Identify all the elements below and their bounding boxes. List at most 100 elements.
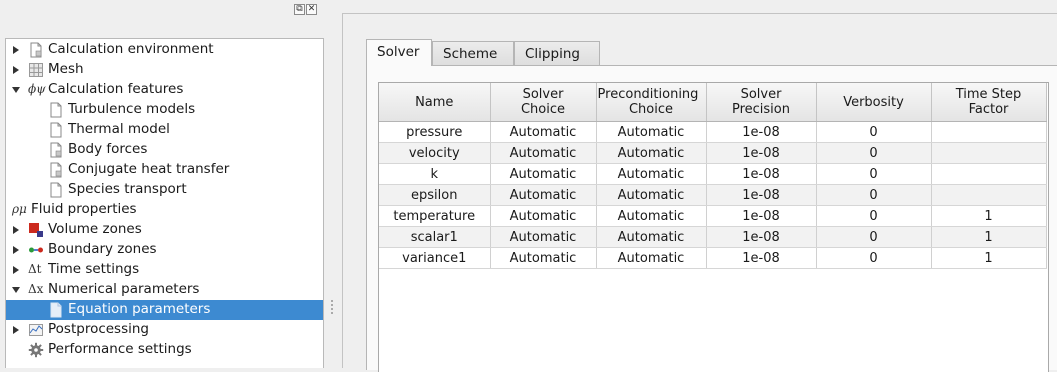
column-header-preconditioning-choice[interactable]: Preconditioning Choice	[596, 83, 707, 122]
table-row[interactable]: variance1 Automatic Automatic 1e-08 0 1	[379, 247, 1047, 269]
cell-time-step-factor[interactable]	[931, 121, 1047, 143]
solver-table[interactable]: Name Solver Choice Preconditioning Choice …	[378, 82, 1049, 372]
cell-solver-choice[interactable]: Automatic	[490, 163, 597, 185]
cell-solver-precision[interactable]: 1e-08	[706, 247, 817, 269]
cell-preconditioning-choice[interactable]: Automatic	[596, 184, 707, 206]
table-row[interactable]: scalar1 Automatic Automatic 1e-08 0 1	[379, 226, 1047, 248]
cell-time-step-factor[interactable]	[931, 163, 1047, 185]
navigation-dock: ⧉ ✕ Calculation environment Mesh ϕψ Calc…	[0, 0, 330, 368]
cell-solver-precision[interactable]: 1e-08	[706, 142, 817, 164]
cell-time-step-factor[interactable]	[931, 184, 1047, 206]
cell-verbosity[interactable]: 0	[816, 142, 932, 164]
tab-solver[interactable]: Solver	[366, 39, 432, 66]
header-line: Verbosity	[843, 94, 904, 110]
cell-preconditioning-choice[interactable]: Automatic	[596, 142, 707, 164]
table-row[interactable]: temperature Automatic Automatic 1e-08 0 …	[379, 205, 1047, 227]
cell-name[interactable]: k	[379, 163, 491, 185]
tree-item-conjugate-heat-transfer[interactable]: Conjugate heat transfer	[6, 160, 323, 180]
column-header-solver-choice[interactable]: Solver Choice	[490, 83, 597, 122]
cell-time-step-factor[interactable]	[931, 142, 1047, 164]
tree-item-label: Postprocessing	[48, 321, 149, 337]
tree-item-fluid-properties[interactable]: ρμ Fluid properties	[6, 200, 323, 220]
document-icon	[48, 302, 64, 318]
cell-preconditioning-choice[interactable]: Automatic	[596, 226, 707, 248]
cell-name[interactable]: temperature	[379, 205, 491, 227]
tree-item-postprocessing[interactable]: Postprocessing	[6, 320, 323, 340]
table-row[interactable]: epsilon Automatic Automatic 1e-08 0	[379, 184, 1047, 206]
tree-item-performance-settings[interactable]: Performance settings	[6, 340, 323, 360]
column-header-verbosity[interactable]: Verbosity	[816, 83, 932, 122]
grid-icon	[28, 62, 44, 78]
tree-item-calculation-environment[interactable]: Calculation environment	[6, 40, 323, 60]
float-dock-icon[interactable]: ⧉	[294, 4, 305, 15]
tree-item-label: Body forces	[68, 141, 148, 157]
expand-arrow-icon[interactable]	[13, 226, 19, 234]
cell-solver-choice[interactable]: Automatic	[490, 247, 597, 269]
document-icon	[48, 162, 64, 178]
cell-verbosity[interactable]: 0	[816, 205, 932, 227]
tree-item-equation-parameters[interactable]: Equation parameters	[6, 300, 323, 320]
expand-arrow-icon[interactable]	[13, 326, 19, 334]
cell-preconditioning-choice[interactable]: Automatic	[596, 205, 707, 227]
tree-item-thermal-model[interactable]: Thermal model	[6, 120, 323, 140]
cell-name[interactable]: pressure	[379, 121, 491, 143]
tab-label: Scheme	[443, 46, 498, 62]
cell-verbosity[interactable]: 0	[816, 121, 932, 143]
expand-arrow-icon[interactable]	[13, 266, 19, 274]
boundary-zones-icon	[28, 242, 44, 258]
tree-item-calculation-features[interactable]: ϕψ Calculation features	[6, 80, 323, 100]
expand-arrow-icon[interactable]	[13, 66, 19, 74]
cell-time-step-factor[interactable]: 1	[931, 226, 1047, 248]
cell-verbosity[interactable]: 0	[816, 226, 932, 248]
cell-verbosity[interactable]: 0	[816, 247, 932, 269]
cell-solver-precision[interactable]: 1e-08	[706, 163, 817, 185]
cell-solver-choice[interactable]: Automatic	[490, 184, 597, 206]
close-dock-icon[interactable]: ✕	[306, 4, 317, 15]
cell-verbosity[interactable]: 0	[816, 184, 932, 206]
cell-solver-choice[interactable]: Automatic	[490, 205, 597, 227]
cell-solver-choice[interactable]: Automatic	[490, 121, 597, 143]
cell-solver-precision[interactable]: 1e-08	[706, 184, 817, 206]
expand-arrow-icon[interactable]	[13, 246, 19, 254]
cell-preconditioning-choice[interactable]: Automatic	[596, 163, 707, 185]
cell-solver-choice[interactable]: Automatic	[490, 226, 597, 248]
splitter-handle[interactable]	[331, 298, 334, 314]
cell-name[interactable]: scalar1	[379, 226, 491, 248]
column-header-solver-precision[interactable]: Solver Precision	[706, 83, 817, 122]
cell-solver-precision[interactable]: 1e-08	[706, 121, 817, 143]
table-row[interactable]: velocity Automatic Automatic 1e-08 0	[379, 142, 1047, 164]
tree-item-numerical-parameters[interactable]: Δx Numerical parameters	[6, 280, 323, 300]
solver-tab-pane: Name Solver Choice Preconditioning Choice …	[366, 65, 1057, 372]
cell-solver-precision[interactable]: 1e-08	[706, 226, 817, 248]
table-row[interactable]: pressure Automatic Automatic 1e-08 0	[379, 121, 1047, 143]
expand-arrow-icon[interactable]	[13, 46, 19, 54]
header-line: Choice	[628, 102, 674, 117]
cell-solver-precision[interactable]: 1e-08	[706, 205, 817, 227]
cell-name[interactable]: variance1	[379, 247, 491, 269]
cell-solver-choice[interactable]: Automatic	[490, 142, 597, 164]
tree-item-body-forces[interactable]: Body forces	[6, 140, 323, 160]
cell-name[interactable]: velocity	[379, 142, 491, 164]
tree-item-boundary-zones[interactable]: Boundary zones	[6, 240, 323, 260]
tab-clipping[interactable]: Clipping	[514, 41, 600, 65]
tree-item-mesh[interactable]: Mesh	[6, 60, 323, 80]
column-header-name[interactable]: Name	[379, 83, 491, 122]
table-row[interactable]: k Automatic Automatic 1e-08 0	[379, 163, 1047, 185]
tab-scheme[interactable]: Scheme	[432, 41, 514, 65]
cell-verbosity[interactable]: 0	[816, 163, 932, 185]
tree-item-turbulence-models[interactable]: Turbulence models	[6, 100, 323, 120]
tree-item-species-transport[interactable]: Species transport	[6, 180, 323, 200]
column-header-time-step-factor[interactable]: Time Step Factor	[931, 83, 1047, 122]
collapse-arrow-icon[interactable]	[12, 87, 20, 93]
header-line: Factor	[968, 102, 1009, 117]
cell-preconditioning-choice[interactable]: Automatic	[596, 121, 707, 143]
tree-item-time-settings[interactable]: Δt Time settings	[6, 260, 323, 280]
collapse-arrow-icon[interactable]	[12, 287, 20, 293]
cell-time-step-factor[interactable]: 1	[931, 247, 1047, 269]
navigation-tree[interactable]: Calculation environment Mesh ϕψ Calculat…	[5, 38, 324, 368]
tree-item-volume-zones[interactable]: Volume zones	[6, 220, 323, 240]
cell-time-step-factor[interactable]: 1	[931, 205, 1047, 227]
cell-name[interactable]: epsilon	[379, 184, 491, 206]
cell-preconditioning-choice[interactable]: Automatic	[596, 247, 707, 269]
equation-parameters-panel: Solver Scheme Clipping Name Solver Choice…	[342, 13, 1057, 372]
